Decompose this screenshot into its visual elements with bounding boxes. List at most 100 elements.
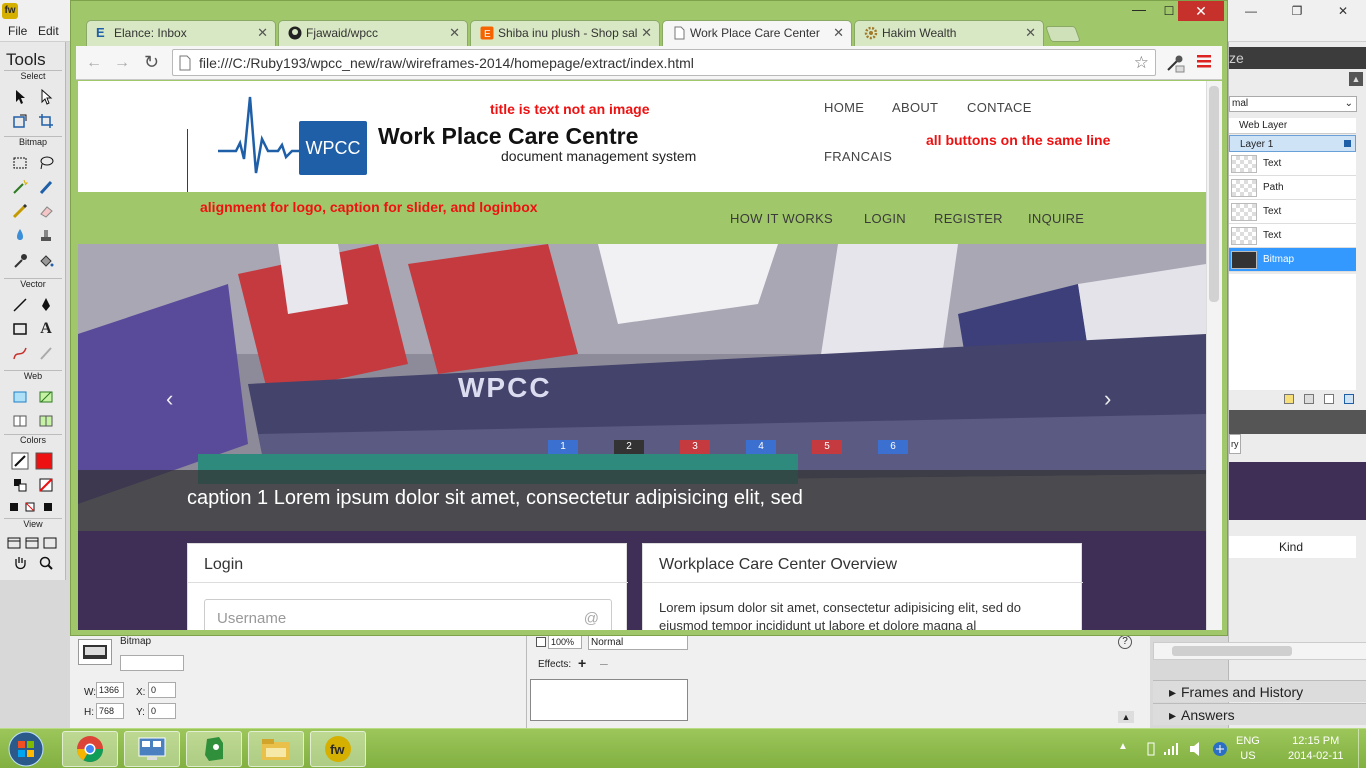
layer-1-row[interactable]: Layer 1	[1229, 135, 1356, 152]
tab-close-icon[interactable]: ✕	[1025, 20, 1036, 46]
new-sublayer-icon[interactable]	[1284, 394, 1294, 404]
username-input[interactable]: Username @	[204, 599, 612, 630]
tab-close-icon[interactable]: ✕	[641, 20, 652, 46]
layer-row[interactable]: Text	[1229, 200, 1356, 224]
tray-icons[interactable]	[1144, 739, 1230, 759]
tab-close-icon[interactable]: ✕	[833, 20, 844, 46]
scale-tool-icon[interactable]	[9, 110, 31, 132]
stroke-color-icon[interactable]	[9, 450, 31, 472]
knife-tool-icon[interactable]	[35, 342, 57, 364]
marquee-tool-icon[interactable]	[9, 152, 31, 174]
wpcc-logo[interactable]: WPCC	[218, 95, 368, 177]
reload-icon[interactable]: ↻	[144, 52, 159, 73]
line-tool-icon[interactable]	[9, 294, 31, 316]
evernote-taskbar-icon[interactable]	[186, 731, 242, 767]
close-window-icon[interactable]: ✕	[1178, 1, 1224, 21]
zoom-tool-icon[interactable]	[35, 552, 57, 574]
menu-file[interactable]: File	[8, 24, 27, 38]
new-tab-button[interactable]	[1045, 26, 1081, 42]
pencil-tool-icon[interactable]	[9, 200, 31, 222]
chrome-taskbar-icon[interactable]	[62, 731, 118, 767]
text-tool-icon[interactable]: A	[35, 318, 57, 340]
help-icon[interactable]: ?	[1118, 635, 1132, 649]
library-scrollbar[interactable]	[1153, 642, 1366, 660]
app-restore-icon[interactable]: ❐	[1274, 0, 1320, 22]
blend-select[interactable]: Normal	[588, 635, 688, 650]
opacity-input[interactable]: 100%	[548, 635, 582, 649]
panel-scroll-up-icon[interactable]: ▲	[1349, 72, 1363, 86]
minimize-icon[interactable]: —	[1130, 2, 1148, 18]
fill-color-icon[interactable]	[33, 450, 55, 472]
show-slices-icon[interactable]	[35, 410, 57, 432]
network-app-taskbar-icon[interactable]	[124, 731, 180, 767]
library-tab[interactable]: ry	[1229, 434, 1241, 454]
tab-close-icon[interactable]: ✕	[449, 20, 460, 46]
nav-login[interactable]: LOGIN	[864, 211, 906, 226]
tab-github[interactable]: Fjawaid/wpcc ✕	[278, 20, 468, 46]
tab-shop[interactable]: E Shiba inu plush - Shop sal ✕	[470, 20, 660, 46]
nav-contact[interactable]: CONTACE	[967, 100, 1032, 115]
nav-home[interactable]: HOME	[824, 100, 864, 115]
hotspot-tool-icon[interactable]	[9, 386, 31, 408]
trash-icon[interactable]	[1344, 394, 1354, 404]
eraser-tool-icon[interactable]	[35, 200, 57, 222]
hide-slices-icon[interactable]	[9, 410, 31, 432]
effects-list[interactable]	[530, 679, 688, 721]
web-layer-row[interactable]: Web Layer	[1229, 118, 1356, 134]
slice-tool-icon[interactable]	[35, 386, 57, 408]
nav-register[interactable]: REGISTER	[934, 211, 1003, 226]
fireworks-logo-icon[interactable]: fw	[2, 3, 18, 19]
rubber-stamp-tool-icon[interactable]	[35, 224, 57, 246]
collapse-icon[interactable]: ▲	[1118, 711, 1134, 723]
slider-next-icon[interactable]: ›	[1104, 386, 1111, 412]
eyedropper-tool-icon[interactable]	[9, 250, 31, 272]
screen-mode-icons[interactable]	[0, 532, 66, 554]
height-input[interactable]: 768	[96, 703, 124, 719]
layer-row[interactable]: Text	[1229, 224, 1356, 248]
add-effect-icon[interactable]: +	[578, 655, 586, 671]
slider-prev-icon[interactable]: ‹	[166, 386, 173, 412]
bookmark-star-icon[interactable]: ☆	[1134, 53, 1149, 73]
default-colors-icon[interactable]	[9, 474, 31, 496]
lasso-tool-icon[interactable]	[35, 152, 57, 174]
y-input[interactable]: 0	[148, 703, 176, 719]
tab-elance[interactable]: E Elance: Inbox ✕	[86, 20, 276, 46]
address-bar[interactable]: file:///C:/Ruby193/wpcc_new/raw/wirefram…	[172, 49, 1156, 76]
layer-row-selected[interactable]: Bitmap	[1229, 248, 1356, 272]
layer-row[interactable]: Text	[1229, 152, 1356, 176]
menu-edit[interactable]: Edit	[38, 24, 59, 38]
app-close-icon[interactable]: ✕	[1320, 0, 1366, 22]
rectangle-tool-icon[interactable]	[9, 318, 31, 340]
eyedropper-extension-icon[interactable]	[1164, 52, 1186, 74]
swap-colors-icon[interactable]	[0, 496, 66, 518]
add-mask-icon[interactable]	[1304, 394, 1314, 404]
subselect-tool-icon[interactable]	[35, 86, 57, 108]
hand-tool-icon[interactable]	[9, 552, 31, 574]
language-indicator[interactable]: ENG US	[1236, 734, 1260, 764]
no-color-icon[interactable]	[35, 474, 57, 496]
maximize-icon[interactable]: ☐	[1160, 4, 1178, 18]
nav-how-it-works[interactable]: HOW IT WORKS	[730, 211, 833, 226]
layer-row[interactable]: Path	[1229, 176, 1356, 200]
show-desktop-button[interactable]	[1358, 729, 1366, 768]
tab-work-place-care-center[interactable]: Work Place Care Center ✕	[662, 20, 852, 46]
clock[interactable]: 12:15 PM 2014-02-11	[1288, 734, 1343, 764]
start-button-icon[interactable]	[6, 730, 46, 768]
blend-mode-select[interactable]: mal ⌄	[1229, 96, 1357, 112]
crop-tool-icon[interactable]	[35, 110, 57, 132]
back-icon[interactable]: ←	[86, 54, 102, 72]
brush-tool-icon[interactable]	[35, 176, 57, 198]
x-input[interactable]: 0	[148, 682, 176, 698]
fireworks-taskbar-icon[interactable]: fw	[310, 731, 366, 767]
pointer-tool-icon[interactable]	[9, 86, 31, 108]
scroll-thumb[interactable]	[1209, 86, 1219, 302]
pen-tool-icon[interactable]	[35, 294, 57, 316]
answers-panel[interactable]: ▸ Answers	[1153, 703, 1366, 725]
tab-close-icon[interactable]: ✕	[257, 20, 268, 46]
nav-about[interactable]: ABOUT	[892, 100, 938, 115]
scroll-thumb[interactable]	[1172, 646, 1292, 656]
freeform-tool-icon[interactable]	[9, 342, 31, 364]
width-input[interactable]: 1366	[96, 682, 124, 698]
magic-wand-tool-icon[interactable]	[9, 176, 31, 198]
show-hidden-icons-icon[interactable]: ▲	[1118, 741, 1128, 752]
